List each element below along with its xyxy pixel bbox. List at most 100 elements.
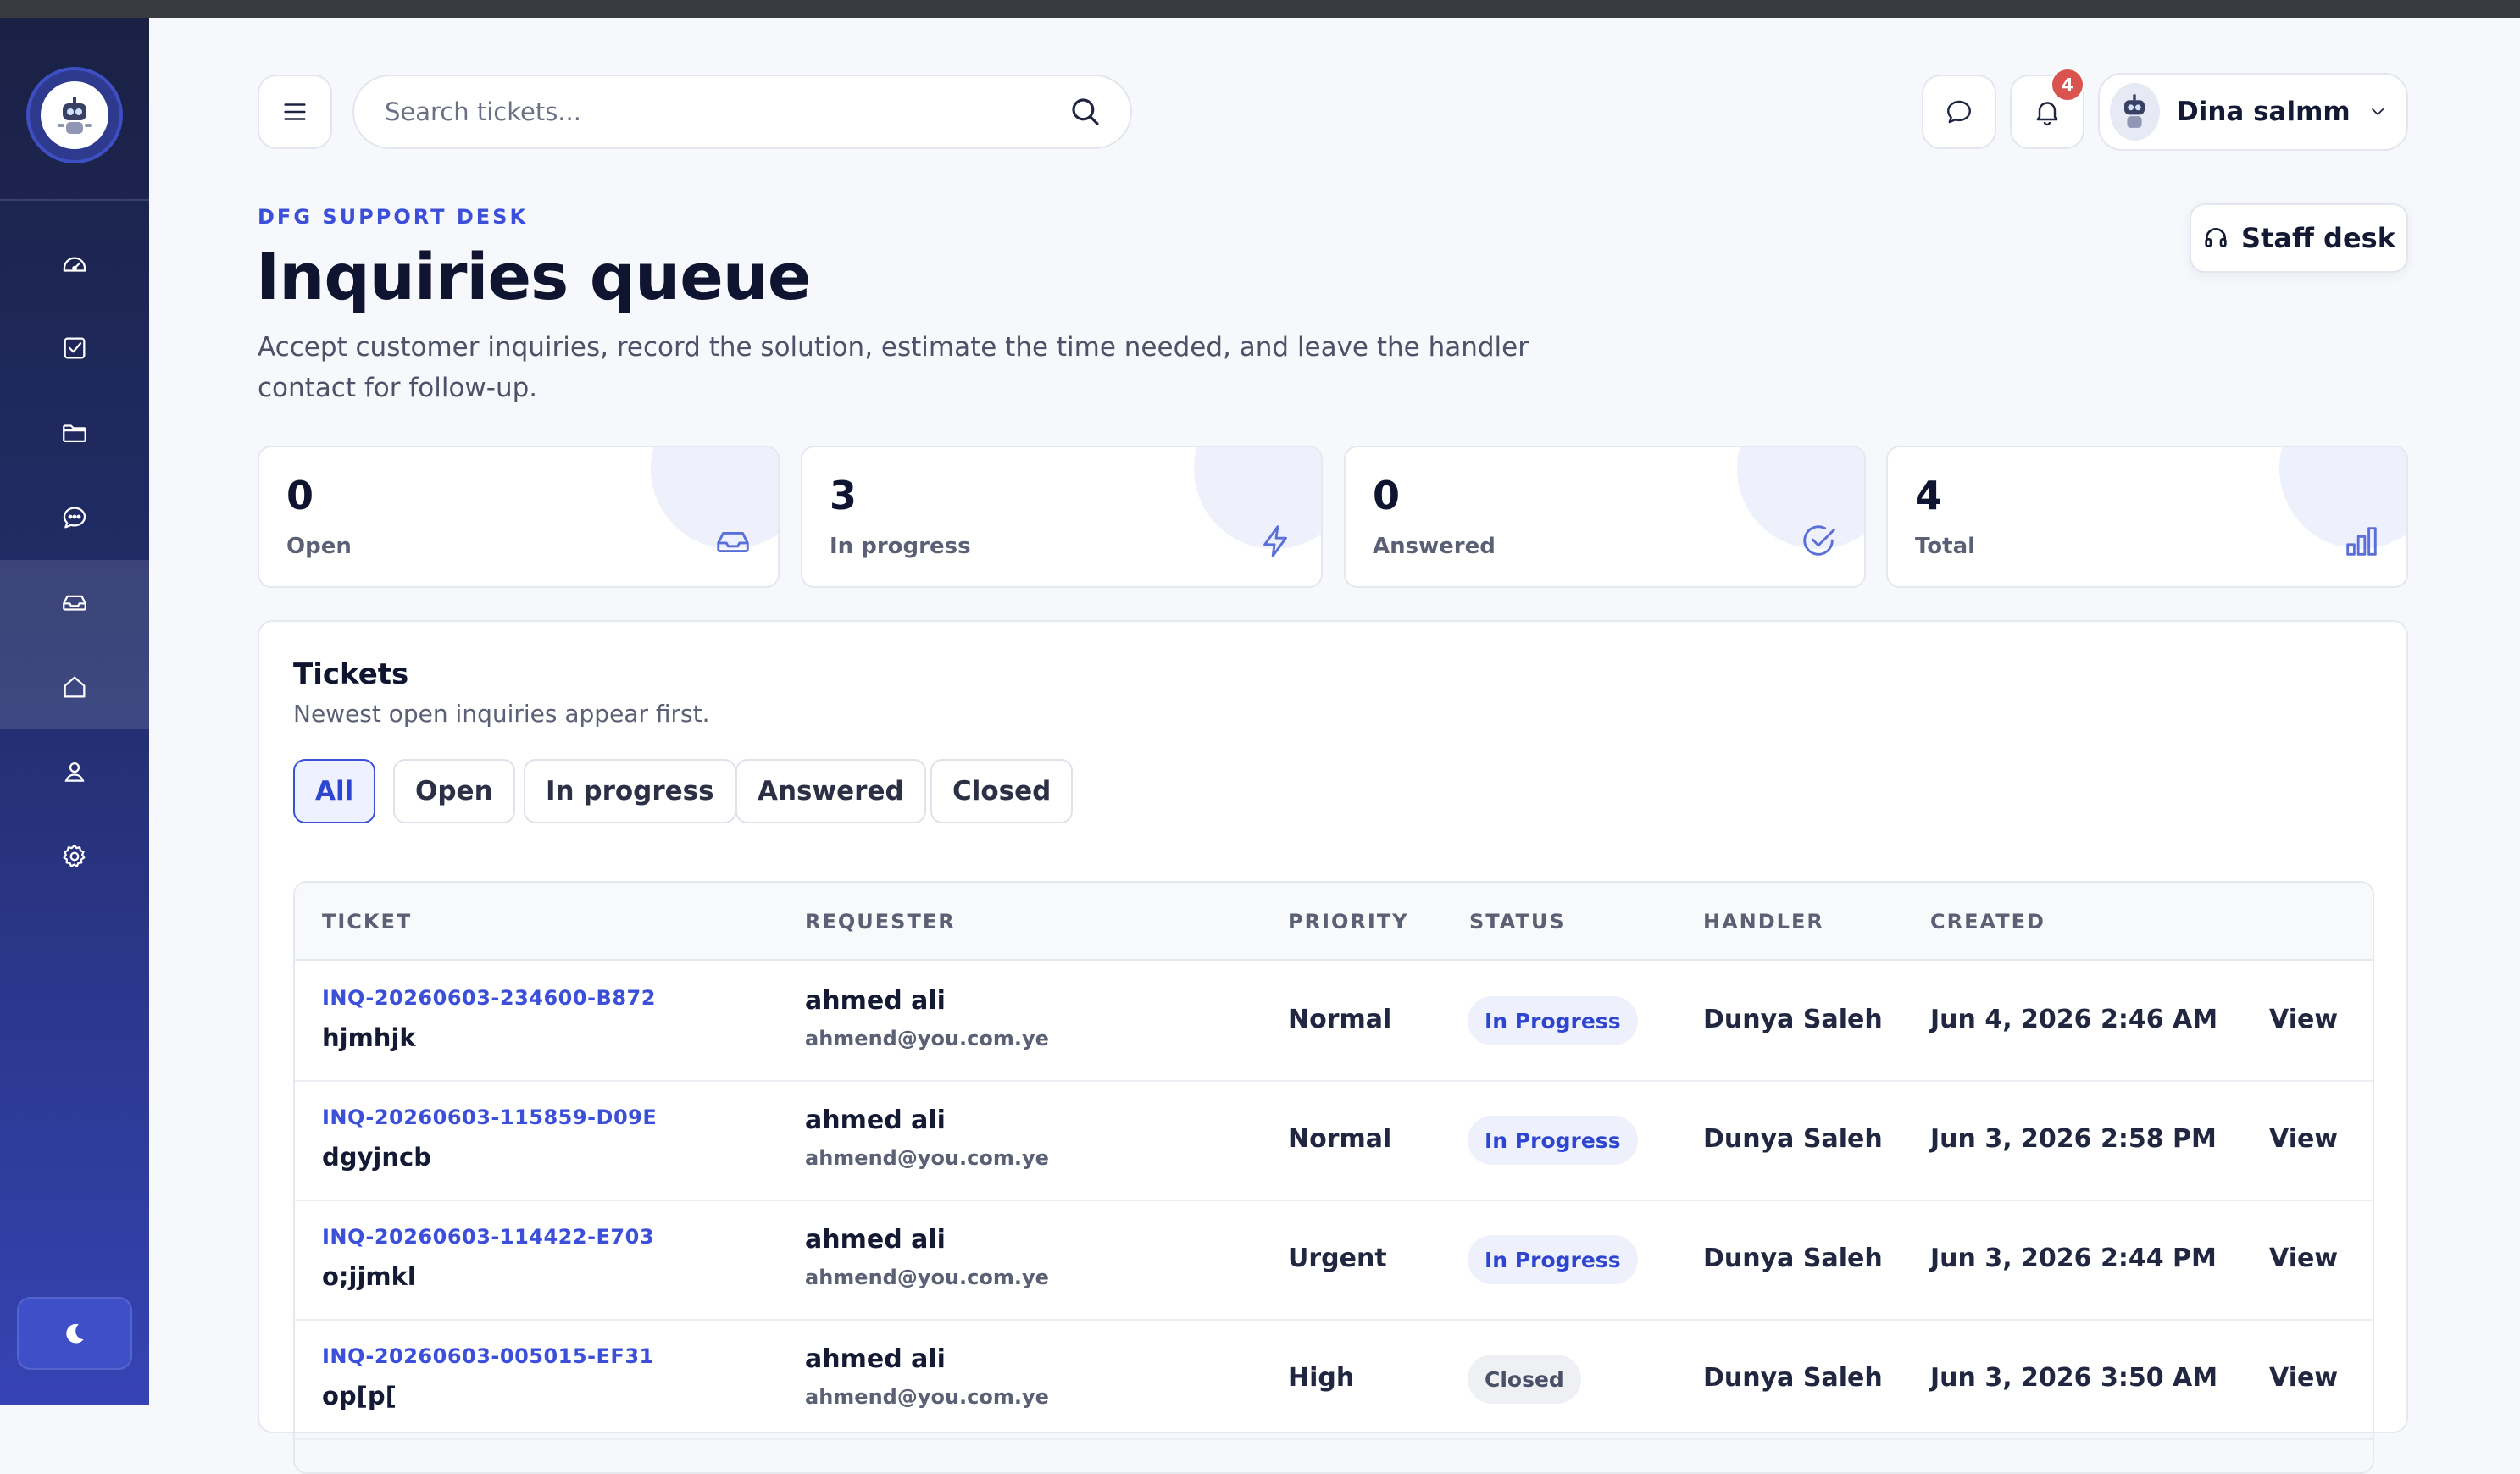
table-header: TICKET REQUESTER PRIORITY STATUS HANDLER… [295,883,2373,961]
user-name: Dina salmm [2176,97,2351,127]
view-ticket-link[interactable]: View [2269,1005,2338,1034]
requester-name: ahmed ali [805,1225,946,1255]
handler-name: Dunya Saleh [1703,1244,1883,1273]
handler-name: Dunya Saleh [1703,1124,1883,1154]
filter-in-progress[interactable]: In progress [524,759,736,823]
requester-email: ahmend@you.com.ye [805,1146,1049,1170]
column-header-priority: PRIORITY [1288,910,1409,934]
user-icon [64,762,85,782]
stat-label: Open [286,534,352,559]
table-row[interactable]: INQ-20260603-005015-EF31 op[p[ ahmed ali… [295,1319,2373,1440]
chevron-down-icon [2371,108,2384,115]
checkbox-icon [64,337,86,359]
sidebar-item-tasks[interactable] [0,306,149,391]
hamburger-icon [284,103,306,120]
staff-desk-label: Staff desk [2241,222,2395,254]
sidebar-item-inquiries[interactable] [0,560,149,645]
check-circle-icon [1803,525,1835,556]
moon-icon [66,1323,84,1344]
stat-card-total: 4 Total [1886,446,2408,588]
robot-logo-icon [41,81,108,149]
created-date: Jun 3, 2026 3:50 AM [1930,1363,2218,1393]
sidebar-item-settings[interactable] [0,814,149,899]
notifications-button[interactable]: 4 [2010,68,2084,149]
column-header-ticket: TICKET [322,910,413,934]
stat-card-open: 0 Open [258,446,780,588]
sidebar-item-profile[interactable] [0,729,149,814]
sidebar-item-home[interactable] [0,645,149,729]
chat-bubble-icon [1947,100,1971,124]
table-row[interactable]: INQ-20260603-115859-D09E dgyjncb ahmed a… [295,1080,2373,1201]
status-badge: In Progress [1468,996,1638,1045]
priority-value: Normal [1288,1005,1392,1034]
column-header-status: STATUS [1469,910,1566,934]
sidebar-item-chat[interactable] [0,475,149,560]
ticket-subject: hjmhjk [322,1023,416,1052]
created-date: Jun 4, 2026 2:46 AM [1930,1005,2218,1034]
user-menu[interactable]: Dina salmm [2098,73,2408,151]
sidebar-item-files[interactable] [0,391,149,475]
settings-icon [63,844,86,867]
sidebar-item-dashboard[interactable] [0,221,149,306]
headset-icon [2205,228,2227,247]
requester-email: ahmend@you.com.ye [805,1266,1049,1289]
column-header-handler: HANDLER [1703,910,1824,934]
dashboard-gauge-icon [63,257,86,272]
search-icon[interactable] [1068,94,1103,130]
stat-card-in-progress: 3 In progress [801,446,1323,588]
status-badge: Closed [1468,1355,1581,1404]
ticket-id-link[interactable]: INQ-20260603-234600-B872 [322,986,656,1010]
table-row[interactable]: INQ-20260603-114422-E703 o;jjmkl ahmed a… [295,1200,2373,1321]
bar-chart-icon [2346,527,2377,556]
notification-badge: 4 [2051,68,2084,102]
table-row[interactable]: INQ-20260603-234600-B872 hjmhjk ahmed al… [295,961,2373,1082]
status-badge: In Progress [1468,1116,1638,1165]
stat-value: 3 [830,473,858,518]
filter-all[interactable]: All [293,759,376,823]
stat-card-answered: 0 Answered [1344,446,1866,588]
filter-answered[interactable]: Answered [735,759,926,823]
sidebar [0,18,149,1405]
theme-toggle-button[interactable] [17,1297,132,1370]
status-badge: In Progress [1468,1235,1638,1284]
view-ticket-link[interactable]: View [2269,1244,2338,1273]
sidebar-divider [0,199,149,201]
filter-open[interactable]: Open [393,759,515,823]
search-bar [352,75,1132,149]
lightning-icon [1263,525,1287,557]
stat-value: 4 [1915,473,1943,518]
page-description: Accept customer inquiries, record the so… [258,332,1529,403]
view-ticket-link[interactable]: View [2269,1363,2338,1393]
tickets-subtitle: Newest open inquiries appear first. [293,700,710,728]
ticket-id-link[interactable]: INQ-20260603-005015-EF31 [322,1344,654,1368]
view-ticket-link[interactable]: View [2269,1124,2338,1154]
created-date: Jun 3, 2026 2:44 PM [1930,1244,2217,1273]
ticket-id-link[interactable]: INQ-20260603-114422-E703 [322,1225,654,1249]
ticket-subject: o;jjmkl [322,1262,416,1291]
requester-name: ahmed ali [805,1344,946,1374]
window-top-strip [0,0,2520,18]
chat-icon [63,507,86,529]
menu-toggle-button[interactable] [258,75,332,149]
app-logo[interactable] [30,70,119,160]
handler-name: Dunya Saleh [1703,1363,1883,1393]
priority-value: Urgent [1288,1244,1387,1273]
home-icon [64,676,86,698]
messages-button[interactable] [1922,75,1996,149]
inbox-icon [717,531,749,552]
search-input[interactable] [383,97,1068,127]
staff-desk-button[interactable]: Staff desk [2190,203,2408,273]
ticket-subject: dgyjncb [322,1143,431,1172]
robot-avatar-icon [2124,94,2145,128]
filter-closed[interactable]: Closed [930,759,1074,823]
column-header-requester: REQUESTER [805,910,956,934]
tickets-panel: Tickets Newest open inquiries appear fir… [258,620,2408,1474]
bell-icon [2036,102,2058,126]
ticket-id-link[interactable]: INQ-20260603-115859-D09E [322,1106,657,1129]
stat-value: 0 [1373,473,1401,518]
requester-name: ahmed ali [805,986,946,1016]
folder-icon [63,424,86,443]
ticket-subject: op[p[ [322,1382,397,1410]
priority-value: Normal [1288,1124,1392,1154]
tickets-title: Tickets [293,657,409,691]
